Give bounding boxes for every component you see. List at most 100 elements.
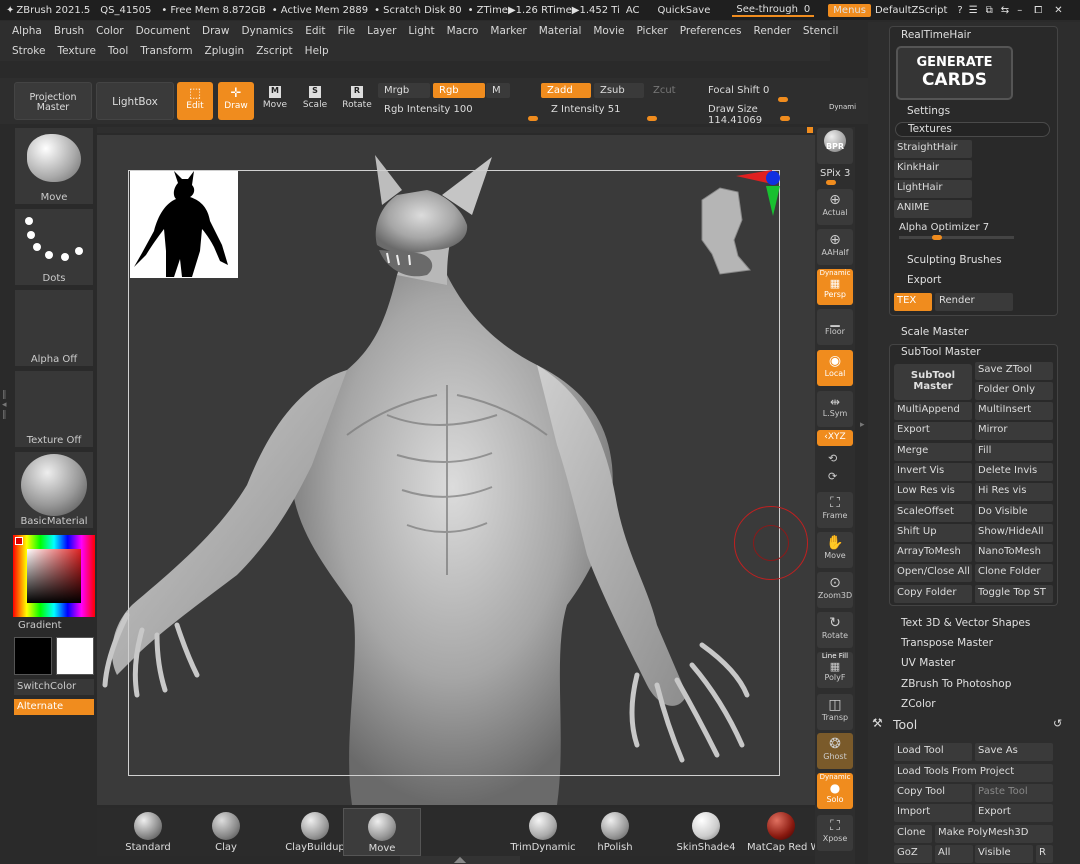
menu-icon[interactable]: ☰ [969, 5, 978, 16]
subtool-multiinsert-button[interactable]: MultiInsert [975, 402, 1053, 420]
copy-tool-button[interactable]: Copy Tool [894, 784, 972, 802]
subtool-scaleoffset-button[interactable]: ScaleOffset [894, 503, 972, 522]
rgb-intensity-knob[interactable] [528, 116, 538, 121]
mrgb-button[interactable]: Mrgb [378, 83, 430, 98]
xpose-button[interactable]: ⛶ Xpose [817, 815, 853, 851]
brush-standard[interactable]: Standard [115, 808, 181, 856]
aahalf-button[interactable]: ⊕ AAHalf [817, 229, 853, 265]
subtool-open-close-all-button[interactable]: Open/Close All [894, 564, 972, 583]
right-tray-handle[interactable]: ▸ [860, 420, 866, 460]
actual-button[interactable]: ⊕ Actual [817, 189, 853, 225]
alpha-optimizer-slider[interactable]: Alpha Optimizer 7 [899, 222, 989, 233]
import-tool-button[interactable]: Import [894, 804, 972, 822]
realtimehair-title[interactable]: RealTimeHair [901, 29, 971, 41]
menus-button[interactable]: Menus [828, 3, 871, 17]
menu-material[interactable]: Material [539, 25, 582, 37]
polyf-button[interactable]: Line Fill ▦ PolyF [817, 652, 853, 688]
settings-button[interactable]: Settings [907, 105, 950, 117]
subtool-invert-vis-button[interactable]: Invert Vis [894, 462, 972, 481]
paste-tool-button[interactable]: Paste Tool [975, 784, 1053, 802]
menu-light[interactable]: Light [408, 25, 434, 37]
menu-stencil[interactable]: Stencil [803, 25, 839, 37]
load-tool-button[interactable]: Load Tool [894, 743, 972, 761]
secondary-color-swatch[interactable] [56, 637, 94, 675]
menu-tool[interactable]: Tool [108, 45, 128, 57]
quicksave-button[interactable]: QuickSave [658, 5, 711, 16]
export-tool-button[interactable]: Export [975, 804, 1053, 822]
brush-claybuildup[interactable]: ClayBuildup [277, 808, 353, 856]
hair-item-kinkhair[interactable]: KinkHair [894, 160, 972, 178]
default-zscript-button[interactable]: DefaultZScript [875, 5, 947, 16]
hair-item-anime[interactable]: ANIME [894, 200, 972, 218]
local-button[interactable]: ◉ Local [817, 350, 853, 386]
menu-layer[interactable]: Layer [367, 25, 396, 37]
make-polymesh3d-button[interactable]: Make PolyMesh3D [935, 825, 1053, 843]
persp-button[interactable]: Dynamic ▦ Persp [817, 269, 853, 305]
move-mode-button[interactable]: M Move [260, 86, 290, 120]
swap-icon[interactable]: ⇆ [1001, 5, 1009, 16]
subtool-multiappend-button[interactable]: MultiAppend [894, 402, 972, 420]
rotate-mode-button[interactable]: R Rotate [342, 86, 372, 120]
load-tools-from-project-button[interactable]: Load Tools From Project [894, 764, 1053, 782]
close-icon[interactable]: ✕ [1054, 5, 1062, 16]
rotate-view-button[interactable]: ↻ Rotate [817, 612, 853, 648]
textures-button[interactable]: Textures [895, 122, 1050, 137]
menu-color[interactable]: Color [96, 25, 123, 37]
rgb-intensity-slider[interactable]: Rgb Intensity 100 [378, 102, 540, 117]
menu-alpha[interactable]: Alpha [12, 25, 42, 37]
bottom-tray-handle[interactable]: ◢◣ [400, 856, 520, 864]
left-tray-handle[interactable]: ‖ ◂ ‖ [2, 390, 8, 450]
material-thumbnail[interactable]: BasicMaterial [14, 451, 94, 529]
subtool-master-title[interactable]: SubTool Master [901, 346, 981, 358]
subtool-export-button[interactable]: Export [894, 422, 972, 441]
subtool-delete-invis-button[interactable]: Delete Invis [975, 462, 1053, 481]
m-button[interactable]: M [486, 83, 510, 98]
subtool-clone-folder-button[interactable]: Clone Folder [975, 564, 1053, 583]
generate-cards-button[interactable]: GENERATE CARDS [896, 46, 1013, 100]
menu-transform[interactable]: Transform [140, 45, 192, 57]
subtool-toggle-top-st-button[interactable]: Toggle Top ST [975, 584, 1053, 603]
brush-hpolish[interactable]: hPolish [585, 808, 645, 856]
scale-mode-button[interactable]: S Scale [300, 86, 330, 120]
focal-shift-slider[interactable]: Focal Shift 0 [702, 83, 852, 98]
color-square[interactable] [27, 549, 81, 603]
menu-brush[interactable]: Brush [54, 25, 84, 37]
subtool-show-hideall-button[interactable]: Show/HideAll [975, 523, 1053, 542]
lsym-button[interactable]: ⇹ L.Sym [817, 391, 853, 427]
stroke-thumbnail[interactable]: Dots [14, 208, 94, 286]
subtool-do-visible-button[interactable]: Do Visible [975, 503, 1053, 522]
brush-thumbnail[interactable]: Move [14, 127, 94, 205]
menu-marker[interactable]: Marker [490, 25, 526, 37]
visible-button[interactable]: Visible [975, 845, 1033, 863]
menu-edit[interactable]: Edit [305, 25, 325, 37]
brush-matcap-red-w[interactable]: MatCap Red W [747, 808, 815, 856]
render-hair-button[interactable]: Render [935, 293, 1013, 311]
scale-master-item[interactable]: Scale Master [901, 326, 968, 338]
rotate-y-icon[interactable]: ⟲ [828, 452, 837, 465]
texture-thumbnail[interactable]: Texture Off [14, 370, 94, 448]
draw-button[interactable]: ✛ Draw [218, 82, 254, 120]
help-icon[interactable]: ? [957, 5, 962, 16]
zadd-button[interactable]: Zadd [541, 83, 591, 98]
zcut-button[interactable]: Zcut [647, 83, 697, 98]
reference-silhouette-thumbnail[interactable] [130, 171, 238, 278]
plugin-text-3d-vector-shapes[interactable]: Text 3D & Vector Shapes [901, 617, 1030, 629]
subtool-low-res-vis-button[interactable]: Low Res vis [894, 483, 972, 502]
frame-button[interactable]: ⛶ Frame [817, 492, 853, 528]
plugin-zcolor[interactable]: ZColor [901, 698, 936, 710]
plugin-uv-master[interactable]: UV Master [901, 657, 955, 669]
all-button[interactable]: All [935, 845, 973, 863]
menu-texture[interactable]: Texture [57, 45, 95, 57]
menu-zscript[interactable]: Zscript [256, 45, 292, 57]
clone-button[interactable]: Clone [894, 825, 932, 843]
subtool-folder-only-button[interactable]: Folder Only [975, 382, 1053, 400]
see-through-slider[interactable]: See-through 0 [732, 4, 815, 17]
zoom3d-button[interactable]: ⊙ Zoom3D [817, 572, 853, 608]
subtool-merge-button[interactable]: Merge [894, 442, 972, 461]
brush-trimdynamic[interactable]: TrimDynamic [499, 808, 587, 856]
menu-help[interactable]: Help [305, 45, 329, 57]
plugin-zbrush-to-photoshop[interactable]: ZBrush To Photoshop [901, 678, 1011, 690]
subtool-master-button[interactable]: SubTool Master [894, 364, 972, 400]
hair-item-lighthair[interactable]: LightHair [894, 180, 972, 198]
menu-document[interactable]: Document [136, 25, 190, 37]
